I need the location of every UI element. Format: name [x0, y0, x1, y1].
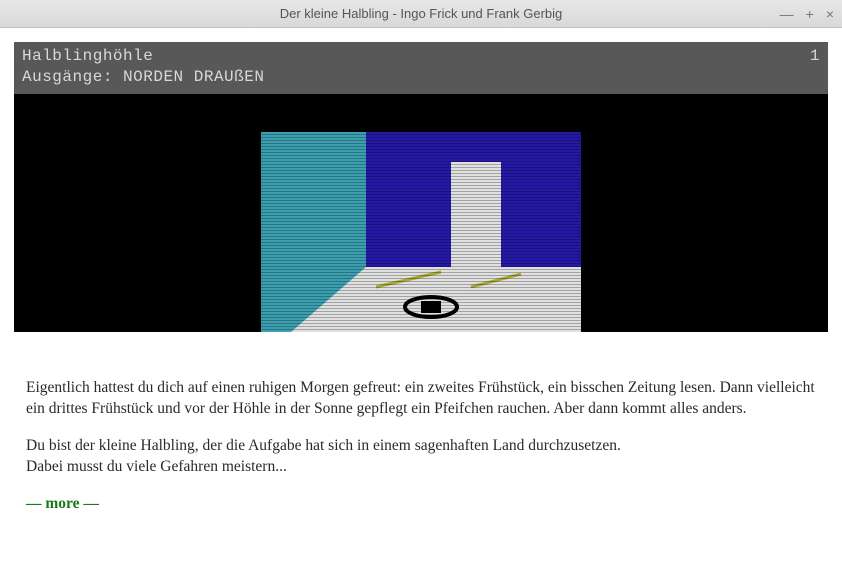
close-button[interactable]: × [826, 6, 834, 22]
location-name: Halblinghöhle [22, 46, 153, 67]
window-title: Der kleine Halbling - Ingo Frick und Fra… [280, 6, 563, 21]
window-titlebar: Der kleine Halbling - Ingo Frick und Fra… [0, 0, 842, 28]
story-text: Eigentlich hattest du dich auf einen ruh… [14, 332, 828, 515]
more-prompt[interactable]: — more — [26, 494, 816, 515]
turn-counter: 1 [810, 46, 820, 67]
minimize-button[interactable]: — [780, 6, 794, 22]
scene-graphic [261, 132, 581, 332]
story-p2: Du bist der kleine Halbling, der die Auf… [26, 436, 816, 457]
status-bar: Halblinghöhle 1 Ausgänge: NORDEN DRAUßEN [14, 42, 828, 94]
exits-list: NORDEN DRAUßEN [123, 68, 264, 86]
maximize-button[interactable]: + [806, 6, 814, 22]
exits-label: Ausgänge: [22, 68, 113, 86]
window-body: Halblinghöhle 1 Ausgänge: NORDEN DRAUßEN [0, 28, 842, 567]
story-p1: Eigentlich hattest du dich auf einen ruh… [26, 378, 816, 420]
graphic-area: Halblinghöhle 1 Ausgänge: NORDEN DRAUßEN [14, 42, 828, 332]
window-controls: — + × [780, 6, 834, 22]
story-p3: Dabei musst du viele Gefahren meistern..… [26, 457, 816, 478]
